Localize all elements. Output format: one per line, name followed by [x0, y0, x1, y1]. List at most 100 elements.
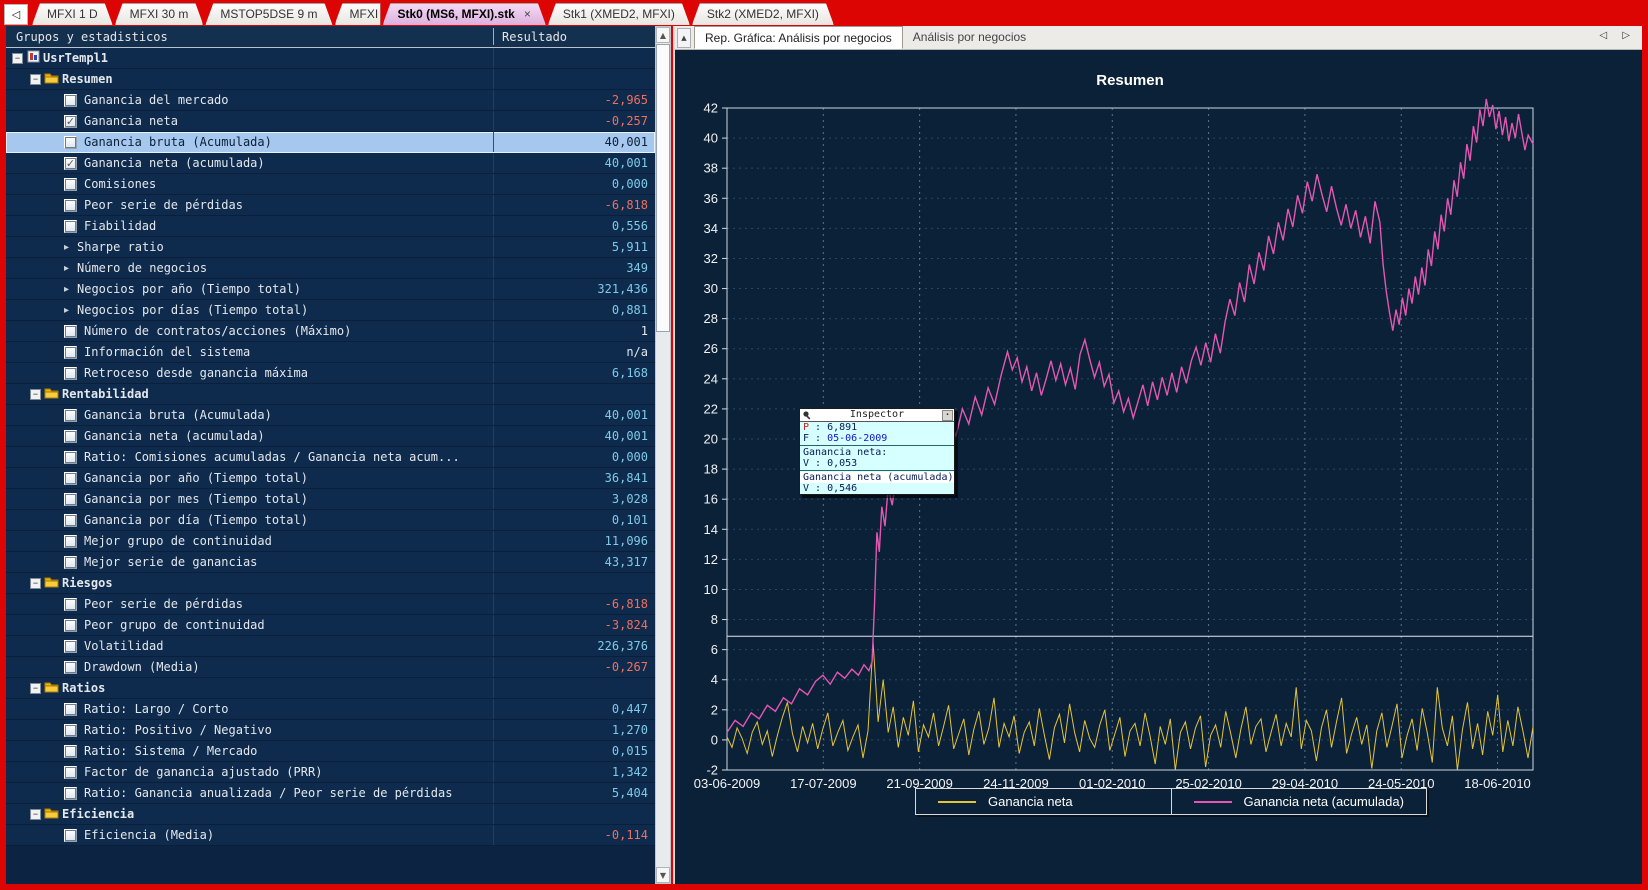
row-checkbox[interactable]: [64, 829, 77, 842]
document-tab[interactable]: MFXI: [335, 3, 381, 25]
tree-row[interactable]: ✓Ganancia neta-0,257: [6, 111, 655, 132]
pin-icon[interactable]: [802, 410, 812, 420]
report-scroll-top-button[interactable]: ▲: [677, 28, 691, 48]
tree-row[interactable]: −Ratios: [6, 678, 655, 699]
tree-row[interactable]: ▸Negocios por año (Tiempo total)321,436: [6, 279, 655, 300]
stats-col-divider[interactable]: [493, 28, 494, 45]
tree-row[interactable]: ✓Ganancia neta (acumulada)40,001: [6, 153, 655, 174]
tree-row[interactable]: ▸Número de negocios349: [6, 258, 655, 279]
collapse-icon[interactable]: −: [12, 53, 23, 64]
document-tab[interactable]: Stk2 (XMED2, MFXI): [692, 3, 834, 25]
row-checkbox[interactable]: [64, 346, 77, 359]
row-checkbox[interactable]: [64, 220, 77, 233]
row-checkbox[interactable]: [64, 724, 77, 737]
tree-row[interactable]: Ganancia por día (Tiempo total)0,101: [6, 510, 655, 531]
row-checkbox[interactable]: [64, 94, 77, 107]
row-checkbox[interactable]: [64, 325, 77, 338]
report-tab[interactable]: Análisis por negocios: [903, 26, 1036, 49]
row-checkbox[interactable]: [64, 409, 77, 422]
tree-row[interactable]: Ganancia neta (acumulada)40,001: [6, 426, 655, 447]
tree-row[interactable]: Factor de ganancia ajustado (PRR)1,342: [6, 762, 655, 783]
row-checkbox[interactable]: [64, 661, 77, 674]
stats-vertical-scrollbar[interactable]: ▲ ▼: [655, 26, 671, 884]
row-checkbox[interactable]: [64, 451, 77, 464]
row-checkbox[interactable]: [64, 472, 77, 485]
expand-arrow-icon[interactable]: ▸: [64, 305, 77, 316]
tree-row[interactable]: Ganancia bruta (Acumulada)40,001: [6, 132, 655, 153]
tree-row[interactable]: Volatilidad226,376: [6, 636, 655, 657]
tab-scroll-left-button[interactable]: ◁: [4, 4, 28, 25]
tree-row[interactable]: Peor serie de pérdidas-6,818: [6, 594, 655, 615]
scrollbar-down-icon[interactable]: ▼: [656, 867, 670, 883]
tree-row[interactable]: Ganancia del mercado-2,965: [6, 90, 655, 111]
tree-row[interactable]: Ratio: Sistema / Mercado0,015: [6, 741, 655, 762]
tab-close-icon[interactable]: ×: [524, 7, 531, 21]
expand-arrow-icon[interactable]: ▸: [64, 284, 77, 295]
expand-arrow-icon[interactable]: ▸: [64, 263, 77, 274]
collapse-icon[interactable]: −: [30, 74, 41, 85]
row-checkbox[interactable]: [64, 556, 77, 569]
row-checkbox[interactable]: [64, 598, 77, 611]
row-checkbox[interactable]: [64, 514, 77, 527]
row-checkbox[interactable]: ✓: [64, 115, 77, 128]
report-tab-nav-arrows[interactable]: ◁ ▷: [1599, 30, 1636, 41]
legend-entry[interactable]: Ganancia neta: [916, 789, 1171, 814]
tree-row[interactable]: ▸Negocios por días (Tiempo total)0,881: [6, 300, 655, 321]
document-tab[interactable]: Stk1 (XMED2, MFXI): [548, 3, 690, 25]
expand-arrow-icon[interactable]: ▸: [64, 242, 77, 253]
row-checkbox[interactable]: [64, 703, 77, 716]
document-tab[interactable]: Stk0 (MS6, MFXI).stk×: [383, 3, 546, 25]
collapse-icon[interactable]: −: [30, 809, 41, 820]
tree-row[interactable]: Comisiones0,000: [6, 174, 655, 195]
tree-row[interactable]: Ganancia por año (Tiempo total)36,841: [6, 468, 655, 489]
tree-row[interactable]: Drawdown (Media)-0,267: [6, 657, 655, 678]
document-tab[interactable]: MFXI 1 D: [32, 3, 113, 25]
tree-row[interactable]: Ganancia por mes (Tiempo total)3,028: [6, 489, 655, 510]
row-checkbox[interactable]: [64, 367, 77, 380]
tree-row[interactable]: Información del sisteman/a: [6, 342, 655, 363]
tree-row[interactable]: Ganancia bruta (Acumulada)40,001: [6, 405, 655, 426]
row-checkbox[interactable]: [64, 745, 77, 758]
row-checkbox[interactable]: [64, 199, 77, 212]
tree-row[interactable]: Mejor serie de ganancias43,317: [6, 552, 655, 573]
tree-row[interactable]: −Eficiencia: [6, 804, 655, 825]
row-checkbox[interactable]: [64, 535, 77, 548]
tree-row[interactable]: −Rentabilidad: [6, 384, 655, 405]
tree-row[interactable]: Retroceso desde ganancia máxima6,168: [6, 363, 655, 384]
scrollbar-thumb[interactable]: [656, 44, 670, 332]
tree-row[interactable]: ▸Sharpe ratio5,911: [6, 237, 655, 258]
collapse-icon[interactable]: −: [30, 683, 41, 694]
row-checkbox[interactable]: [64, 136, 77, 149]
tree-row[interactable]: Peor grupo de continuidad-3,824: [6, 615, 655, 636]
tree-row[interactable]: Mejor grupo de continuidad11,096: [6, 531, 655, 552]
document-tab[interactable]: MFXI 30 m: [115, 3, 204, 25]
tree-row[interactable]: Eficiencia (Media)-0,114: [6, 825, 655, 846]
row-checkbox[interactable]: [64, 766, 77, 779]
row-checkbox[interactable]: [64, 787, 77, 800]
tree-row[interactable]: −Resumen: [6, 69, 655, 90]
collapse-icon[interactable]: −: [30, 578, 41, 589]
inspector-tooltip[interactable]: Inspector ▪ P : 6,891F : 05-06-2009Ganan…: [799, 408, 955, 495]
tree-row[interactable]: −Riesgos: [6, 573, 655, 594]
tree-row[interactable]: Ratio: Largo / Corto0,447: [6, 699, 655, 720]
document-tab[interactable]: MSTOP5DSE 9 m: [205, 3, 332, 25]
scrollbar-up-icon[interactable]: ▲: [656, 27, 670, 43]
row-checkbox[interactable]: [64, 493, 77, 506]
row-checkbox[interactable]: [64, 430, 77, 443]
row-checkbox[interactable]: [64, 619, 77, 632]
legend-entry[interactable]: Ganancia neta (acumulada): [1171, 789, 1427, 814]
row-checkbox[interactable]: [64, 178, 77, 191]
tree-row[interactable]: Ratio: Positivo / Negativo1,270: [6, 720, 655, 741]
tree-row[interactable]: Peor serie de pérdidas-6,818: [6, 195, 655, 216]
inspector-minimize-icon[interactable]: ▪: [942, 410, 953, 421]
tree-row[interactable]: Ratio: Comisiones acumuladas / Ganancia …: [6, 447, 655, 468]
row-checkbox[interactable]: ✓: [64, 157, 77, 170]
tree-root-row[interactable]: −UsrTempl1: [6, 48, 655, 69]
report-tab[interactable]: Rep. Gráfica: Análisis por negocios: [694, 26, 903, 49]
row-checkbox[interactable]: [64, 640, 77, 653]
inspector-titlebar[interactable]: Inspector ▪: [800, 409, 954, 422]
tree-row[interactable]: Fiabilidad0,556: [6, 216, 655, 237]
tree-row[interactable]: Ratio: Ganancia anualizada / Peor serie …: [6, 783, 655, 804]
collapse-icon[interactable]: −: [30, 389, 41, 400]
tree-row[interactable]: Número de contratos/acciones (Máximo)1: [6, 321, 655, 342]
